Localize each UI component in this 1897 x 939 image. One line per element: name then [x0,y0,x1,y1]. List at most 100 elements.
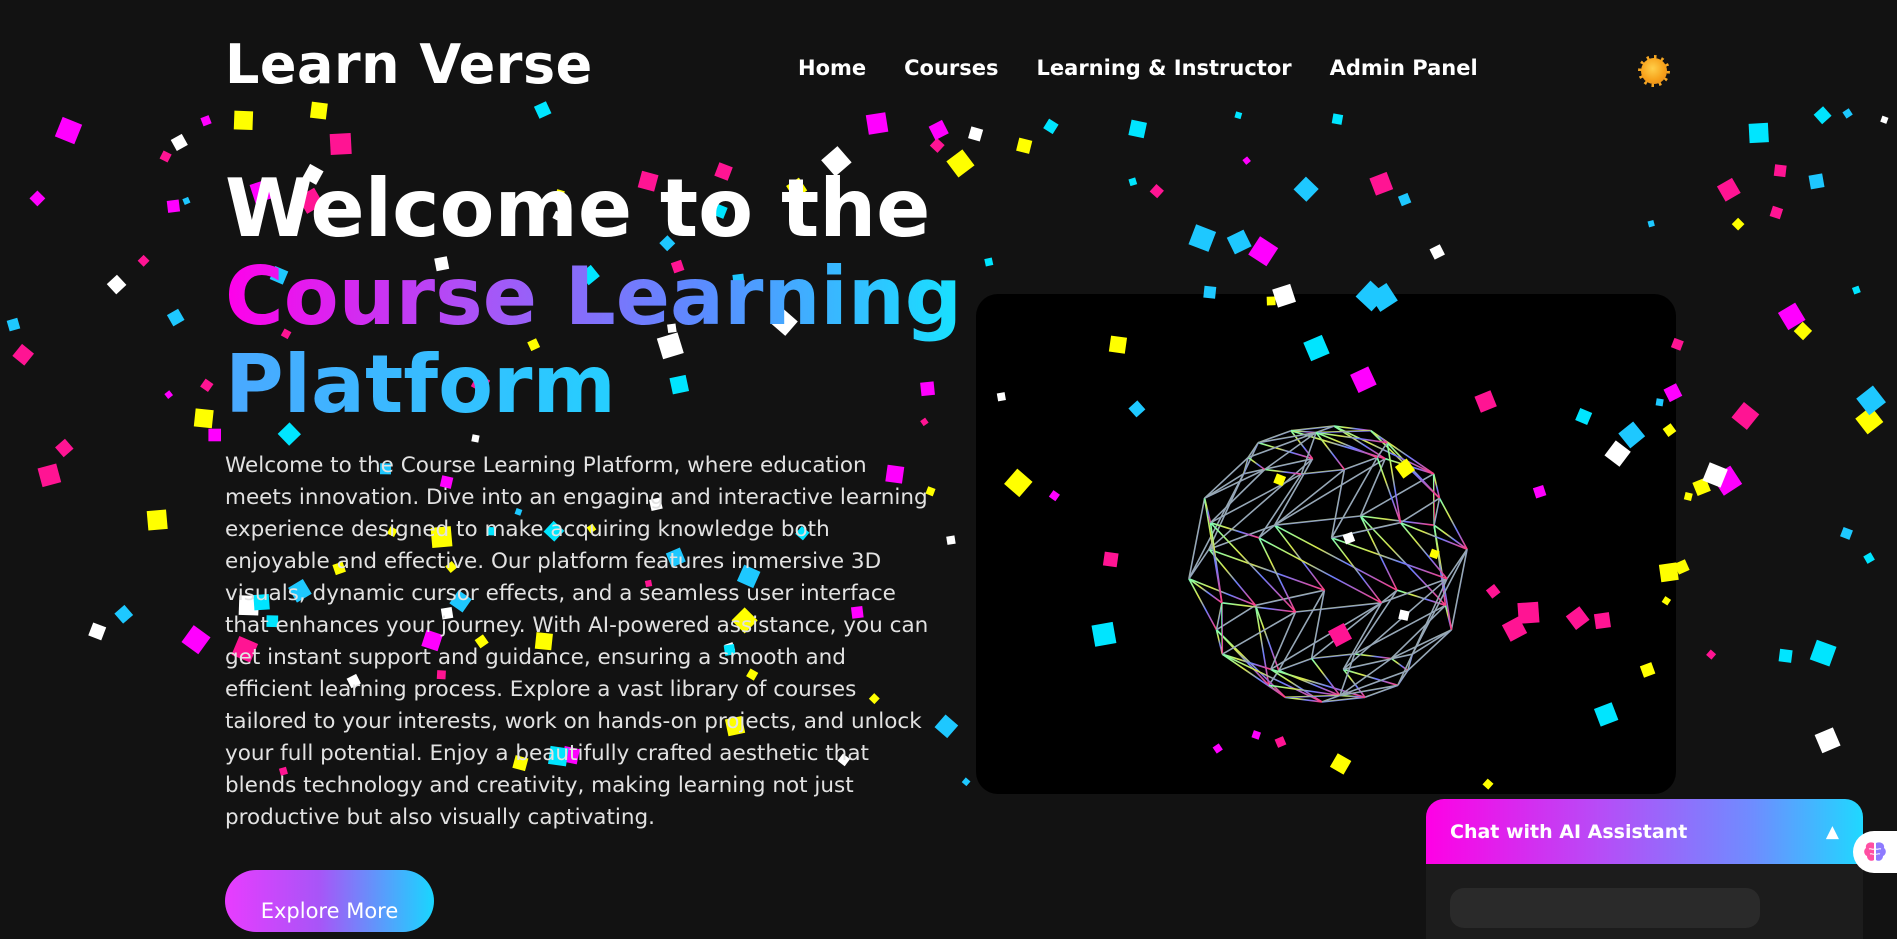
sphere-edge [1265,470,1302,475]
confetti-piece [1810,640,1837,667]
confetti-piece [962,777,971,786]
confetti-piece [1712,466,1742,496]
chat-input-placeholder[interactable] [1450,888,1760,928]
confetti-piece [29,190,45,206]
sphere-edge [1343,603,1381,670]
sphere-edge [1271,603,1382,670]
confetti-piece [208,429,221,442]
confetti-piece [1852,286,1861,295]
sphere-edge [1222,654,1322,702]
hero-title-line1: Welcome to the [225,162,930,255]
brain-glyph-icon [1862,840,1888,864]
hero-title-line3: Platform [225,338,616,431]
confetti-piece [1840,527,1853,540]
confetti-piece [107,275,127,295]
visual-panel [976,294,1676,794]
sphere-edge [1312,590,1397,658]
sphere-edge [1332,538,1382,603]
chat-title: Chat with AI Assistant [1450,821,1687,843]
confetti-piece [160,150,172,162]
sphere-edge [1271,612,1296,669]
confetti-piece [55,439,73,457]
triangle-up-icon[interactable]: ▲ [1826,822,1839,842]
sphere-edge [1275,459,1313,526]
confetti-piece [1706,650,1716,660]
hero-title-line2: Course Learning [225,250,962,343]
confetti-piece [1855,406,1883,434]
confetti-piece [194,408,214,428]
sphere-edge [1377,458,1400,523]
confetti-piece [167,309,185,327]
confetti-piece [1732,218,1745,231]
nav-links: Home Courses Learning & Instructor Admin… [798,56,1478,80]
brain-icon[interactable] [1853,831,1897,873]
confetti-piece [1856,386,1886,416]
sphere-edge [1334,426,1434,474]
confetti-piece [138,255,150,267]
nav-link-home[interactable]: Home [798,56,866,80]
confetti-piece [7,318,21,332]
confetti-piece [1648,220,1655,227]
sphere-edge [1189,579,1217,630]
confetti-piece [200,379,213,392]
chat-header[interactable]: Chat with AI Assistant ▲ [1426,799,1863,864]
confetti-piece [1717,178,1741,202]
confetti-piece [930,138,945,153]
confetti-piece [471,434,479,442]
nav-link-admin-panel[interactable]: Admin Panel [1330,56,1478,80]
confetti-piece [1429,244,1444,259]
confetti-piece [12,344,34,366]
confetti-piece [181,625,210,654]
sphere-edge [1258,431,1291,443]
sphere-edge [1275,459,1386,526]
nav-link-courses[interactable]: Courses [904,56,998,80]
confetti-piece [1227,230,1252,255]
confetti-piece [1778,303,1806,331]
hero-title: Welcome to the Course Learning Platform [225,165,962,429]
sphere-edge [1398,654,1413,685]
confetti-piece [1242,156,1251,165]
confetti-piece [1016,138,1032,154]
confetti-piece [1863,552,1875,564]
sphere-edge [1340,671,1408,696]
sphere-edge [1248,433,1316,458]
confetti-piece [182,197,190,205]
confetti-piece [1702,462,1727,487]
confetti-piece [1128,177,1137,186]
brand-logo[interactable]: Learn Verse [225,30,593,100]
confetti-piece [935,714,959,738]
sphere-edge [1256,590,1325,605]
confetti-piece [38,463,62,487]
sphere-edge [1248,458,1265,470]
sphere-edge [1440,498,1468,549]
sphere-edge [1340,685,1398,695]
sphere-edge [1301,470,1344,475]
confetti-piece [1398,193,1411,206]
explore-more-button[interactable]: Explore More [225,870,434,932]
confetti-piece [984,257,993,266]
wireframe-sphere-icon [976,294,1676,794]
sphere-edge [1434,498,1439,525]
confetti-piece [114,605,133,624]
confetti-piece [1779,649,1793,663]
sun-icon[interactable] [1641,58,1667,84]
confetti-piece [1731,402,1759,430]
confetti-piece [164,390,173,399]
confetti-piece [88,622,106,640]
confetti-piece [1774,164,1787,177]
nav-link-learning-instructor[interactable]: Learning & Instructor [1037,56,1292,80]
confetti-piece [946,535,955,544]
confetti-piece [1692,478,1710,496]
confetti-piece [167,200,180,213]
confetti-piece [1150,184,1164,198]
chat-panel: Chat with AI Assistant ▲ [1426,799,1863,939]
confetti-piece [1674,559,1689,574]
sphere-edge [1365,685,1398,697]
sphere-edge [1332,523,1401,538]
sphere-edge [1312,654,1355,659]
confetti-piece [1794,322,1812,340]
sphere-edge [1316,431,1371,433]
navbar: Learn Verse Home Courses Learning & Inst… [0,0,1897,140]
sphere-edge [1258,433,1316,443]
confetti-piece [1684,492,1693,501]
